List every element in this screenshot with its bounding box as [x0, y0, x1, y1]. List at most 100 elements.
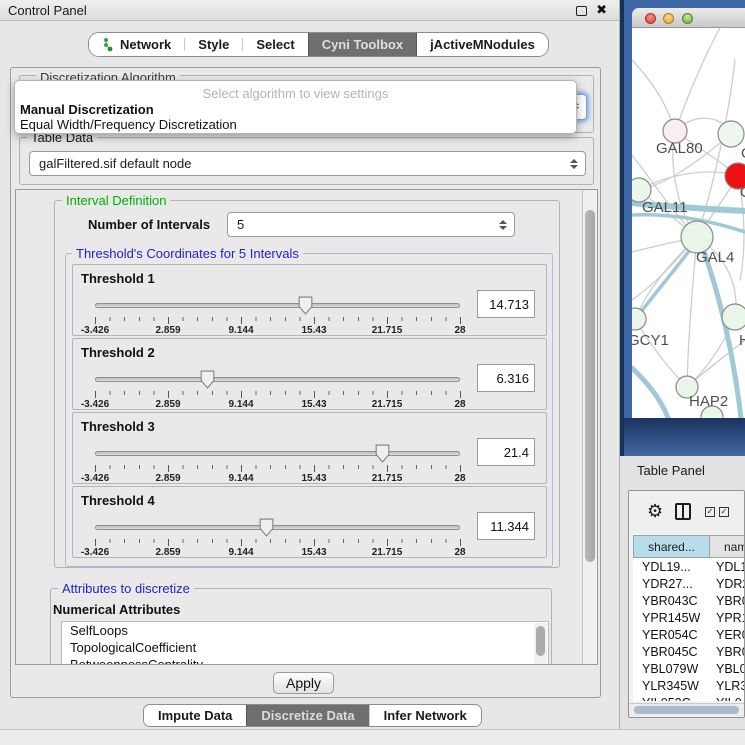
tab-select-label: Select	[256, 37, 294, 52]
slider-major-ticks	[95, 539, 461, 546]
network-canvas[interactable]: GAL80GACGAL11GAL4GCY1HHAP2	[632, 28, 745, 418]
cell-shared-name[interactable]: YLR345W	[633, 679, 709, 693]
numerical-attributes-list[interactable]: SelfLoopsTopologicalCoefficientBetweenne…	[61, 621, 549, 665]
threshold-3-value-field[interactable]	[477, 438, 535, 466]
checkbox-icon[interactable]: ✓	[705, 507, 715, 517]
scrollbar-thumb[interactable]	[536, 626, 545, 656]
network-edge[interactable]	[639, 172, 738, 190]
cell-shared-name[interactable]: YDR27...	[633, 577, 709, 591]
option-manual-discretization[interactable]: Manual Discretization	[20, 102, 154, 117]
cell-shared-name[interactable]: YBL079W	[633, 662, 709, 676]
table-row[interactable]: YBR043CYBR0	[633, 592, 745, 609]
threshold-4-slider[interactable]: -3.4262.8599.14415.4321.71528	[95, 517, 460, 555]
option-equal-width-frequency[interactable]: Equal Width/Frequency Discretization	[20, 117, 237, 132]
cell-name[interactable]: YBR0	[709, 594, 745, 608]
checkbox-icon[interactable]: ✓	[719, 507, 729, 517]
column-header-name[interactable]: name	[709, 535, 745, 558]
scrollbar-thumb[interactable]	[585, 210, 595, 562]
network-edge[interactable]	[675, 28, 720, 131]
table-row[interactable]: YBR045CYBR0	[633, 643, 745, 660]
network-edge[interactable]	[632, 368, 668, 418]
float-window-icon[interactable]	[576, 6, 587, 16]
table-horizontal-scrollbar[interactable]	[629, 703, 744, 716]
table-row[interactable]: YDL19...YDL1	[633, 558, 745, 575]
cell-name[interactable]: YDL1	[709, 560, 745, 574]
combo-stepper-icon	[499, 220, 507, 230]
slider-major-ticks	[95, 391, 461, 398]
table-row[interactable]: YPR145WYPR1	[633, 609, 745, 626]
minimize-traffic-light-icon[interactable]	[663, 13, 674, 24]
threshold-coordinates-group: Threshold's Coordinates for 5 Intervals …	[65, 253, 553, 567]
tick-label: -3.426	[81, 325, 109, 336]
apply-button[interactable]: Apply	[273, 672, 334, 694]
close-icon[interactable]: ✖	[596, 2, 607, 18]
cell-name[interactable]: YBR0	[709, 645, 745, 659]
attribute-list-item[interactable]: TopologicalCoefficient	[62, 639, 548, 656]
gear-icon[interactable]: ⚙	[647, 501, 663, 521]
tick-label: 15.43	[301, 547, 326, 558]
attribute-list-item[interactable]: SelfLoops	[62, 622, 548, 639]
threshold-4-value-field[interactable]	[477, 512, 535, 540]
network-window-titlebar[interactable]	[632, 8, 745, 28]
column-layout-icon[interactable]	[675, 503, 691, 520]
table-row[interactable]: YDR27...YDR2	[633, 575, 745, 592]
tab-network[interactable]: Network	[89, 33, 184, 56]
cell-shared-name[interactable]: YBR043C	[633, 594, 709, 608]
threshold-3-slider[interactable]: -3.4262.8599.14415.4321.71528	[95, 443, 460, 481]
threshold-3-title: Threshold 3	[81, 419, 155, 434]
column-header-shared-name[interactable]: shared...	[633, 535, 710, 558]
tick-label: 21.715	[372, 547, 403, 558]
tab-infer-network[interactable]: Infer Network	[369, 705, 481, 726]
cell-name[interactable]: YPR1	[709, 611, 745, 625]
cell-shared-name[interactable]: YIL052C	[633, 696, 709, 702]
threshold-2-value-field[interactable]	[477, 364, 535, 392]
slider-track[interactable]	[95, 377, 460, 382]
cell-name[interactable]: YBL0	[709, 662, 745, 676]
scrollbar-thumb[interactable]	[634, 706, 739, 714]
node-table-widget: ⚙ ✓ ✓ shared... name YDL19...YDL1YDR27..…	[628, 490, 745, 718]
attributes-scrollbar[interactable]	[534, 623, 547, 665]
cell-shared-name[interactable]: YDL19...	[633, 560, 709, 574]
cell-shared-name[interactable]: YBR045C	[633, 645, 709, 659]
table-row[interactable]: YIL052CYIL0	[633, 694, 745, 701]
threshold-1-slider[interactable]: -3.4262.8599.14415.4321.71528	[95, 295, 460, 333]
cell-name[interactable]: YIL0	[709, 696, 742, 702]
tick-label: 15.43	[301, 399, 326, 410]
tab-discretize-data[interactable]: Discretize Data	[246, 705, 368, 726]
network-node[interactable]	[718, 121, 744, 147]
network-edge[interactable]	[633, 241, 697, 322]
close-traffic-light-icon[interactable]	[645, 13, 656, 24]
slider-thumb[interactable]	[375, 444, 390, 463]
tab-jactivemnodules[interactable]: jActiveMNodules	[417, 33, 548, 56]
slider-track[interactable]	[95, 525, 460, 530]
cell-shared-name[interactable]: YPR145W	[633, 611, 709, 625]
cell-name[interactable]: YER0	[709, 628, 745, 642]
threshold-2-slider[interactable]: -3.4262.8599.14415.4321.71528	[95, 369, 460, 407]
table-data-combobox[interactable]: galFiltered.sif default node	[29, 151, 586, 176]
node-label: GAL11	[642, 199, 688, 216]
network-node[interactable]	[722, 304, 745, 330]
slider-thumb[interactable]	[298, 296, 313, 315]
settings-vertical-scrollbar[interactable]	[582, 190, 597, 664]
threshold-1-value-field[interactable]	[477, 290, 535, 318]
slider-thumb[interactable]	[200, 370, 215, 389]
tab-select[interactable]: Select	[243, 33, 307, 56]
tab-impute-data[interactable]: Impute Data	[144, 705, 246, 726]
table-row[interactable]: YLR345WYLR3	[633, 677, 745, 694]
attribute-list-item[interactable]: BetweennessCentrality	[62, 656, 548, 665]
slider-track[interactable]	[95, 451, 460, 456]
cell-shared-name[interactable]: YER054C	[633, 628, 709, 642]
tab-style[interactable]: Style	[185, 33, 242, 56]
zoom-traffic-light-icon[interactable]	[682, 13, 693, 24]
apply-button-label: Apply	[286, 675, 321, 691]
table-body[interactable]: YDL19...YDL1YDR27...YDR2YBR043CYBR0YPR14…	[633, 558, 745, 701]
table-row[interactable]: YBL079WYBL0	[633, 660, 745, 677]
number-of-intervals-combobox[interactable]: 5	[227, 212, 515, 237]
table-row[interactable]: YER054CYER0	[633, 626, 745, 643]
network-node[interactable]	[632, 308, 646, 330]
tab-cyni-toolbox[interactable]: Cyni Toolbox	[308, 33, 417, 56]
slider-thumb[interactable]	[259, 518, 274, 537]
cell-name[interactable]: YDR2	[709, 577, 745, 591]
slider-track[interactable]	[95, 303, 460, 308]
cell-name[interactable]: YLR3	[709, 679, 745, 693]
